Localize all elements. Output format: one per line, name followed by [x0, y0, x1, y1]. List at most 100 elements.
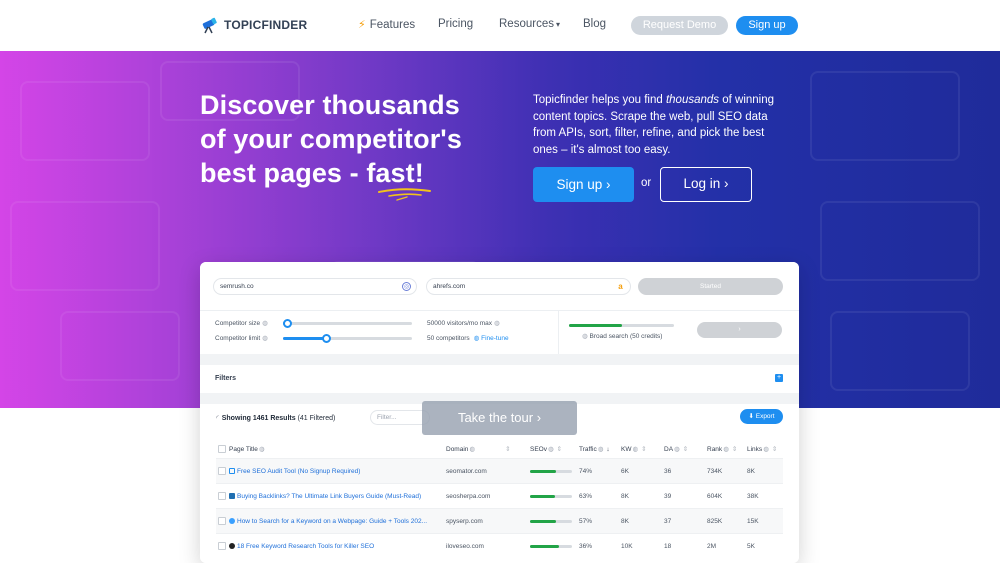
nav-resources[interactable]: Resources ▾ — [499, 18, 560, 30]
column-header[interactable]: KW◍ ⇕ — [621, 445, 647, 453]
competitor-limit-value: 50 competitors ◍ Fine-tune — [427, 334, 509, 342]
subtext-emphasis: thousands — [665, 94, 720, 106]
traffic-cell: 63% — [579, 493, 593, 500]
row-checkbox[interactable] — [218, 542, 226, 550]
headline-line: best pages - fast! — [200, 158, 424, 188]
sort-desc-icon: ↓ — [606, 446, 610, 453]
favicon-icon — [229, 493, 235, 499]
nav-resources-label: Resources — [499, 18, 554, 30]
table-row[interactable]: Free SEO Audit Tool (No Signup Required)… — [216, 458, 783, 483]
competitor-limit-slider-handle[interactable] — [322, 334, 331, 343]
results-filtered: (41 Filtered) — [295, 415, 336, 422]
filters-label: Filters — [215, 375, 237, 382]
seo-score-bar — [530, 470, 572, 473]
request-demo-button[interactable]: Request Demo — [631, 16, 728, 35]
competitor-size-slider[interactable] — [283, 322, 412, 325]
column-header[interactable]: DA◍ ⇕ — [664, 445, 688, 453]
sort-icon: ⇕ — [556, 446, 563, 453]
domain-input-2[interactable]: ahrefs.com a — [426, 278, 631, 295]
filters-bar[interactable]: Filters + — [200, 365, 799, 393]
page-title-link[interactable]: 18 Free Keyword Research Tools for Kille… — [229, 543, 449, 550]
column-header[interactable]: SEOv◍ ⇕ — [530, 445, 562, 453]
favicon-icon — [229, 468, 235, 474]
help-icon: ◍ — [469, 446, 476, 453]
seo-score-bar — [530, 495, 572, 498]
sort-icon: ⇕ — [505, 446, 511, 453]
nav-features[interactable]: ⚡ Features — [358, 18, 415, 31]
column-header[interactable]: Links◍ ⇕ — [747, 445, 777, 453]
help-icon: ◍ — [723, 446, 729, 453]
column-header-label: KW — [621, 446, 632, 453]
broad-search-label: Broad search (50 credits) — [589, 333, 663, 340]
nav-pricing[interactable]: Pricing — [438, 18, 473, 30]
go-button[interactable]: › — [697, 322, 782, 338]
row-checkbox[interactable] — [218, 492, 226, 500]
domain-cell: spyserp.com — [446, 518, 483, 525]
headline-line: of your competitor's — [200, 124, 462, 154]
app-preview-card: semrush.co ◎ ahrefs.com a Started Competit… — [200, 262, 799, 563]
nav-signup-button[interactable]: Sign up — [736, 16, 798, 35]
results-count: 1461 Results — [252, 415, 296, 422]
help-icon: ◍ — [582, 333, 588, 340]
fine-tune-link[interactable]: ◍ Fine-tune — [474, 335, 509, 342]
table-header: Page Title◍ Domain◍ ⇕ SEOv◍ ⇕ Traffic◍ ↓ KW… — [216, 442, 783, 456]
take-the-tour-button[interactable]: Take the tour › — [422, 401, 577, 435]
traffic-cell: 74% — [579, 468, 593, 475]
hero-signup-button[interactable]: Sign up › — [533, 167, 634, 202]
page-title-text: Buying Backlinks? The Ultimate Link Buye… — [237, 493, 422, 500]
kw-cell: 8K — [621, 518, 629, 525]
seo-score-bar — [530, 545, 572, 548]
logo[interactable]: TOPICFINDER — [201, 16, 307, 34]
column-header-label: Domain — [446, 446, 469, 453]
kw-cell: 6K — [621, 468, 629, 475]
traffic-cell: 36% — [579, 543, 593, 550]
table-row[interactable]: How to Search for a Keyword on a Webpage… — [216, 508, 783, 533]
filter-input[interactable]: Filter... — [370, 410, 430, 425]
page-title-text: 18 Free Keyword Research Tools for Kille… — [237, 543, 375, 550]
hero-subtext: Topicfinder helps you find thousands of … — [533, 92, 791, 158]
row-checkbox[interactable] — [218, 517, 226, 525]
value-text: 50 competitors — [427, 335, 470, 342]
da-cell: 37 — [664, 518, 672, 525]
select-all-checkbox[interactable] — [218, 445, 226, 453]
logo-text: TOPICFINDER — [224, 18, 308, 32]
column-header[interactable]: Rank◍ ⇕ — [707, 445, 737, 453]
column-header-label: Rank — [707, 446, 723, 453]
links-cell: 5K — [747, 543, 755, 550]
help-icon: ◍ — [597, 446, 604, 453]
column-header[interactable]: Page Title◍ — [229, 445, 265, 453]
kw-cell: 8K — [621, 493, 629, 500]
nav-features-label: Features — [369, 19, 416, 31]
column-header-label: Page Title — [229, 446, 258, 453]
column-header[interactable]: Traffic◍ ↓ — [579, 445, 610, 453]
page-title-link[interactable]: Buying Backlinks? The Ultimate Link Buye… — [229, 493, 449, 500]
table-row[interactable]: 18 Free Keyword Research Tools for Kille… — [216, 533, 783, 558]
results-prefix: Showing — [221, 415, 253, 422]
competitor-size-slider-handle[interactable] — [283, 319, 292, 328]
kw-cell: 10K — [621, 543, 633, 550]
hero-login-button[interactable]: Log in › — [660, 167, 752, 202]
add-filter-button[interactable]: + — [775, 374, 783, 382]
page-title-link[interactable]: How to Search for a Keyword on a Webpage… — [229, 518, 449, 525]
export-button[interactable]: ⬇ Export — [740, 409, 783, 424]
help-icon: ◍ — [262, 335, 268, 342]
table-row[interactable]: Buying Backlinks? The Ultimate Link Buye… — [216, 483, 783, 508]
competitor-limit-slider[interactable] — [283, 337, 412, 340]
started-button[interactable]: Started — [638, 278, 783, 295]
label-text: Competitor limit — [215, 335, 261, 342]
label-text: Competitor size — [215, 320, 261, 327]
domain-input-2-value: ahrefs.com — [433, 283, 466, 290]
column-header-label: Traffic — [579, 446, 597, 453]
caret-down-icon: ▾ — [555, 20, 560, 29]
results-summary: ◜ Showing 1461 Results (41 Filtered) — [216, 414, 335, 422]
row-checkbox[interactable] — [218, 467, 226, 475]
help-icon: ◍ — [632, 446, 639, 453]
rank-cell: 2M — [707, 543, 717, 550]
domain-cell: seosherpa.com — [446, 493, 491, 500]
page-title-link[interactable]: Free SEO Audit Tool (No Signup Required) — [229, 468, 449, 475]
nav-blog[interactable]: Blog — [583, 18, 606, 30]
column-header[interactable]: Domain◍ ⇕ — [446, 445, 511, 453]
underline-scribble-icon — [378, 188, 431, 201]
domain-input-1[interactable]: semrush.co ◎ — [213, 278, 417, 295]
credits-progress-bar — [569, 324, 674, 327]
